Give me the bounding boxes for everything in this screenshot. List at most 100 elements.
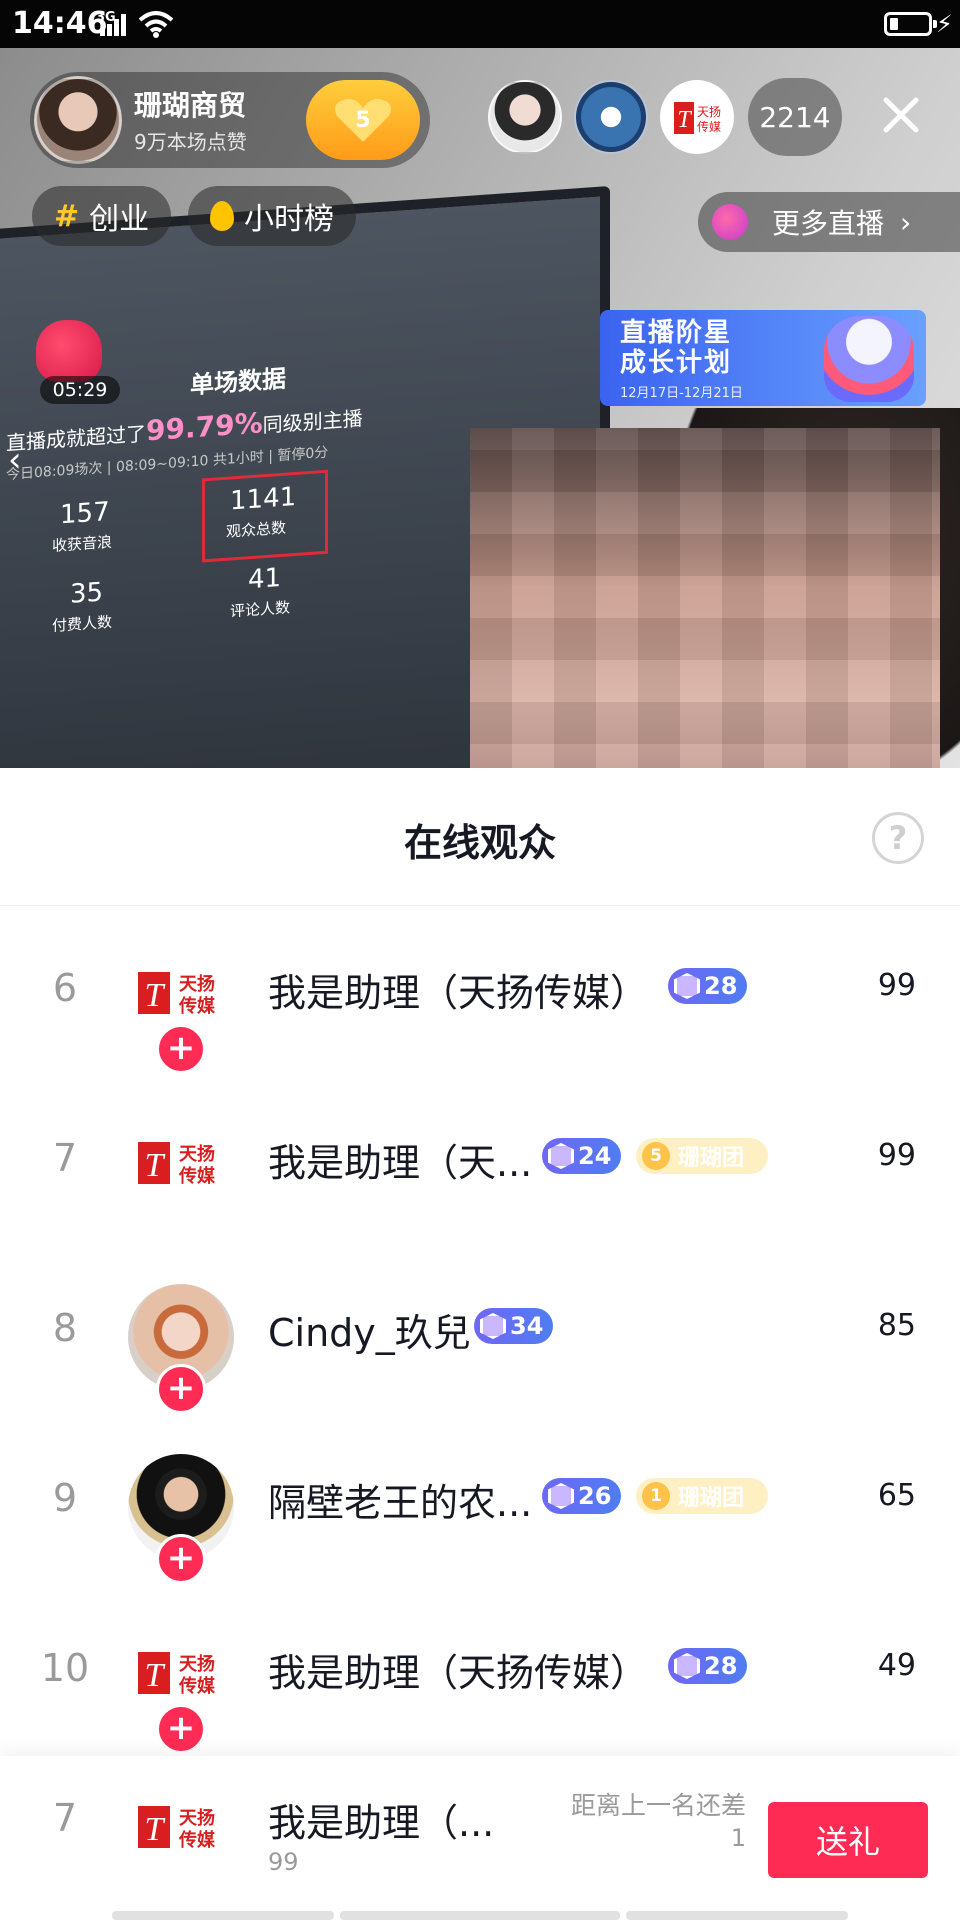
rank-number: 8 (52, 1306, 78, 1350)
tag-hour-rank[interactable]: 小时榜 (188, 186, 356, 246)
gap-label: 距离上一名还差 (570, 1791, 746, 1820)
user-name: 我是助理（天... (268, 1141, 533, 1185)
gift-bag-icon (36, 320, 102, 382)
sheet-header: 在线观众 ? (0, 768, 960, 906)
tianyang-logo-icon: T 天扬 传媒 (674, 102, 721, 134)
follow-plus-button[interactable]: + (156, 1534, 206, 1584)
user-level-badge: 34 (474, 1308, 554, 1344)
signal-icon (100, 14, 126, 36)
score: 99 (877, 968, 916, 1003)
audience-row[interactable]: 10 T 天扬 传媒 + 我是助理（天扬传媒） 28 49 (0, 1596, 960, 1766)
audience-row[interactable]: 9 + 隔壁老王的农... 26 1 珊瑚团 65 (0, 1426, 960, 1596)
svg-text:传媒: 传媒 (178, 1675, 216, 1697)
screen-heading: 单场数据 (190, 364, 286, 400)
status-time: 14:46 (12, 6, 108, 41)
avatar[interactable]: T 天扬 传媒 (128, 1114, 234, 1220)
pixelated-face (470, 428, 940, 768)
score: 49 (877, 1648, 916, 1683)
online-audience-sheet: 在线观众 ? 6 T 天扬 传媒 + 我是助理（天扬传媒） 28 99 7 T … (0, 768, 960, 1920)
fan-club-badge: 5 珊瑚团 (636, 1138, 768, 1174)
my-rank-number: 7 (52, 1796, 78, 1840)
viewer-count-button[interactable]: 2214 (748, 78, 842, 156)
tag-category[interactable]: # 创业 (32, 186, 172, 246)
more-live-label: 更多直播 (772, 207, 885, 240)
tianyang-logo-icon: T 天扬 传媒 (138, 1142, 216, 1187)
banner-dates: 12月17日-12月21日 (620, 386, 743, 401)
svg-text:天扬: 天扬 (697, 104, 721, 119)
gem-icon (674, 973, 700, 999)
svg-text:T: T (145, 1147, 166, 1184)
user-name: Cindy_玖兒 (268, 1311, 471, 1355)
audience-row[interactable]: 6 T 天扬 传媒 + 我是助理（天扬传媒） 28 99 (0, 916, 960, 1086)
follow-plus-button[interactable]: + (156, 1704, 206, 1754)
send-gift-button[interactable]: 送礼 (768, 1802, 928, 1878)
top-viewer-avatar[interactable]: T 天扬 传媒 (660, 80, 734, 154)
svg-text:传媒: 传媒 (178, 1165, 216, 1187)
follow-plus-button[interactable]: + (156, 1024, 206, 1074)
fan-level: 5 (642, 1142, 670, 1170)
svg-text:天扬: 天扬 (179, 1653, 215, 1675)
fan-level: 5 (355, 107, 371, 133)
user-name: 我是助理（天扬传媒） (268, 971, 649, 1015)
host-name: 珊瑚商贸 (134, 89, 247, 122)
fan-club-badge: 1 珊瑚团 (636, 1478, 768, 1514)
gift-timer: 05:29 (40, 376, 120, 404)
svg-text:T: T (145, 1811, 166, 1848)
host-avatar[interactable] (34, 76, 122, 164)
my-rank-bar: 7 T 天扬 传媒 我是助理（... 99 距离上一名还差 1 送礼 (0, 1756, 960, 1920)
home-indicator (626, 1911, 848, 1920)
stat-label: 收获音浪 (52, 532, 113, 555)
hash-icon: # (54, 198, 80, 234)
stat-value: 157 (60, 496, 110, 531)
home-indicator (340, 1911, 620, 1920)
top-viewer-avatar[interactable] (574, 80, 648, 154)
svg-text:传媒: 传媒 (697, 119, 721, 134)
close-icon[interactable] (878, 92, 924, 138)
user-level-badge: 24 (542, 1138, 622, 1174)
charging-icon: ⚡ (936, 10, 953, 38)
lucky-bag[interactable]: 05:29 (30, 320, 120, 404)
audience-row[interactable]: 7 T 天扬 传媒 我是助理（天... 24 5 珊瑚团 99 (0, 1086, 960, 1256)
help-icon[interactable]: ? (872, 812, 924, 864)
follow-plus-button[interactable]: + (156, 1364, 206, 1414)
stat-value: 1141 (230, 481, 297, 517)
avatar[interactable]: + (128, 1284, 234, 1414)
fan-heart-button[interactable]: 5 (306, 80, 420, 160)
chevron-left-icon: ‹ (8, 440, 22, 480)
score: 65 (877, 1478, 916, 1513)
chevron-right-icon: › (900, 205, 912, 239)
top-viewer-avatar[interactable] (488, 80, 562, 154)
home-indicator (112, 1911, 334, 1920)
svg-text:天扬: 天扬 (179, 973, 215, 995)
svg-text:T: T (145, 977, 166, 1014)
flame-icon (210, 201, 234, 231)
audience-row[interactable]: 8 + Cindy_玖兒 34 85 (0, 1256, 960, 1426)
my-avatar[interactable]: T 天扬 传媒 (128, 1778, 234, 1884)
stat-value: 35 (70, 577, 104, 610)
mascot-icon (824, 316, 914, 402)
host-card[interactable]: 珊瑚商贸 9万本场点赞 5 (30, 72, 430, 168)
rank-number: 7 (52, 1136, 78, 1180)
user-level-badge: 26 (542, 1478, 622, 1514)
status-bar: 14:46 3G ⚡ (0, 0, 960, 48)
event-banner[interactable]: 直播阶星 成长计划 12月17日-12月21日 (600, 310, 926, 406)
tianyang-logo-icon: T 天扬 传媒 (138, 972, 216, 1017)
score: 85 (877, 1308, 916, 1343)
gap-value: 1 (730, 1824, 746, 1852)
stat-label: 评论人数 (230, 598, 291, 621)
sheet-title: 在线观众 (403, 821, 556, 865)
battery-icon (884, 12, 937, 36)
wifi-icon (138, 11, 174, 38)
more-live-icon (712, 204, 748, 240)
host-likes: 9万本场点赞 (134, 130, 247, 154)
fan-club-name: 珊瑚团 (678, 1486, 745, 1511)
avatar[interactable]: T 天扬 传媒 + (128, 944, 234, 1074)
user-name: 隔壁老王的农... (268, 1481, 533, 1525)
more-live-button[interactable]: 更多直播 › (698, 192, 960, 252)
avatar[interactable]: T 天扬 传媒 + (128, 1624, 234, 1754)
my-score: 99 (268, 1848, 299, 1876)
svg-text:天扬: 天扬 (179, 1807, 215, 1829)
avatar[interactable]: + (128, 1454, 234, 1584)
svg-text:T: T (677, 107, 692, 133)
gem-icon (480, 1313, 506, 1339)
